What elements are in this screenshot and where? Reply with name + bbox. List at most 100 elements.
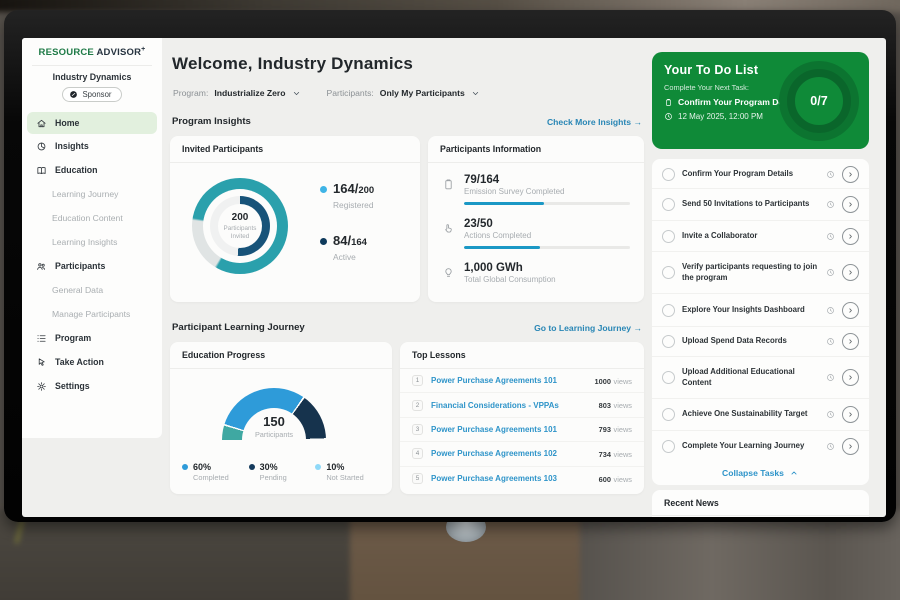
sidebar-item-take-action[interactable]: Take Action — [22, 350, 162, 374]
chevron-right-button[interactable] — [842, 302, 859, 319]
task-checkbox[interactable] — [662, 371, 675, 384]
task-checkbox[interactable] — [662, 335, 675, 348]
sidebar-item-label: Program — [55, 333, 91, 343]
clock-icon — [664, 112, 673, 121]
legend-bullet — [320, 238, 327, 245]
task-row[interactable]: Achieve One Sustainability Target — [652, 399, 869, 431]
sidebar-item-participants[interactable]: Participants — [22, 254, 162, 278]
logo-advisor: ADVISOR — [96, 47, 141, 58]
sidebar-item-learning-insights[interactable]: Learning Insights — [22, 230, 162, 254]
task-row[interactable]: Explore Your Insights Dashboard — [652, 294, 869, 327]
chevron-right-button[interactable] — [842, 228, 859, 245]
sidebar-item-insights[interactable]: Insights — [22, 134, 162, 158]
task-checkbox[interactable] — [662, 304, 675, 317]
task-label: Upload Spend Data Records — [682, 336, 819, 346]
info-row-survey: 79/164 Emission Survey Completed — [442, 174, 630, 205]
sidebar-item-settings[interactable]: Settings — [22, 374, 162, 398]
donut-center-label: Participants Invited — [219, 225, 261, 241]
page-title: Welcome, Industry Dynamics — [172, 54, 413, 74]
chevron-down-icon — [292, 89, 301, 98]
sidebar-item-program[interactable]: Program — [22, 326, 162, 350]
home-icon — [36, 118, 47, 129]
divider — [32, 65, 152, 66]
sidebar-item-label: Home — [55, 118, 79, 128]
clock-icon — [826, 442, 835, 451]
gauge-center: 150 Participants — [222, 414, 326, 439]
collapse-tasks-button[interactable]: Collapse Tasks — [652, 461, 869, 485]
task-row[interactable]: Verify participants requesting to join t… — [652, 252, 869, 294]
sidebar-item-education[interactable]: Education — [22, 158, 162, 182]
task-row[interactable]: Confirm Your Program Details — [652, 160, 869, 189]
lesson-link[interactable]: Power Purchase Agreements 103 — [431, 474, 591, 483]
sponsor-badge[interactable]: Sponsor — [62, 87, 121, 102]
clock-icon — [826, 373, 835, 382]
recent-news-card: Recent News — [652, 490, 869, 517]
check-more-insights-link[interactable]: Check More Insights → — [547, 117, 642, 127]
sidebar: RESOURCE ADVISOR+ Industry Dynamics Spon… — [22, 38, 162, 438]
sidebar-item-label: Learning Journey — [52, 189, 118, 199]
sidebar-item-home[interactable]: Home — [27, 112, 157, 134]
lesson-views-count: 1000 — [595, 377, 611, 386]
go-to-learning-journey-link[interactable]: Go to Learning Journey → — [534, 323, 642, 333]
lesson-link[interactable]: Power Purchase Agreements 101 — [431, 376, 587, 385]
sidebar-item-manage-participants[interactable]: Manage Participants — [22, 302, 162, 326]
sponsor-icon — [69, 90, 78, 99]
chevron-right-button[interactable] — [842, 196, 859, 213]
task-checkbox[interactable] — [662, 266, 675, 279]
chevron-right-button[interactable] — [842, 369, 859, 386]
clock-icon — [826, 232, 835, 241]
lesson-link[interactable]: Power Purchase Agreements 102 — [431, 449, 591, 458]
arrow-right-icon: → — [633, 323, 642, 333]
task-row[interactable]: Complete Your Learning Journey — [652, 431, 869, 461]
chevron-right-icon — [846, 442, 855, 451]
chevron-right-button[interactable] — [842, 438, 859, 455]
chevron-right-button[interactable] — [842, 406, 859, 423]
learning-journey-header: Participant Learning Journey Go to Learn… — [172, 322, 642, 333]
card-title: Invited Participants — [170, 136, 420, 163]
lesson-row: 5 Power Purchase Agreements 103 600 view… — [400, 467, 644, 491]
sidebar-item-general-data[interactable]: General Data — [22, 278, 162, 302]
card-title: Education Progress — [170, 342, 392, 369]
settings-icon — [36, 381, 47, 392]
task-row[interactable]: Invite a Collaborator — [652, 221, 869, 252]
sidebar-nav: Home Insights Education Learning Journey — [22, 112, 162, 398]
task-row[interactable]: Upload Spend Data Records — [652, 327, 869, 357]
participants-filter[interactable]: Participants: Only My Participants — [327, 88, 480, 98]
sidebar-item-education-content[interactable]: Education Content — [22, 206, 162, 230]
chevron-right-button[interactable] — [842, 333, 859, 350]
participants-information-card: Participants Information 79/164 Emission… — [428, 136, 644, 302]
legend-pct: 10% — [326, 462, 344, 472]
chevron-right-button[interactable] — [842, 264, 859, 281]
task-checkbox[interactable] — [662, 440, 675, 453]
lesson-link[interactable]: Financial Considerations - VPPAs — [431, 401, 591, 410]
sidebar-item-label: Take Action — [55, 357, 104, 367]
card-title: Top Lessons — [400, 342, 644, 369]
info-label: Actions Completed — [464, 231, 630, 240]
info-value: 1,000 GWh — [464, 262, 630, 274]
task-checkbox[interactable] — [662, 168, 675, 181]
todo-progress-value: 0/7 — [810, 94, 827, 108]
sidebar-item-label: Education Content — [52, 213, 123, 223]
task-row[interactable]: Send 50 Invitations to Participants — [652, 189, 869, 221]
participants-filter-label: Participants: — [327, 88, 374, 98]
program-filter[interactable]: Program: Industrialize Zero — [173, 88, 301, 98]
task-checkbox[interactable] — [662, 230, 675, 243]
task-checkbox[interactable] — [662, 408, 675, 421]
task-row[interactable]: Upload Additional Educational Content — [652, 357, 869, 399]
chevron-right-icon — [846, 268, 855, 277]
todo-summary-card: Your To Do List Complete Your Next Task:… — [652, 52, 869, 149]
lesson-row: 3 Power Purchase Agreements 101 793 view… — [400, 418, 644, 442]
legend-pct: 30% — [260, 462, 278, 472]
clock-icon — [826, 337, 835, 346]
lesson-views-count: 803 — [599, 401, 611, 410]
task-checkbox[interactable] — [662, 198, 675, 211]
chevron-right-button[interactable] — [842, 166, 859, 183]
gauge-legend: 60% Completed 30% Pending 10% Not Starte… — [182, 462, 384, 482]
collapse-label: Collapse Tasks — [722, 468, 784, 478]
main-content: Welcome, Industry Dynamics Program: Indu… — [170, 38, 644, 517]
lesson-views-word: views — [614, 377, 632, 386]
lesson-rank: 5 — [412, 473, 423, 484]
lesson-link[interactable]: Power Purchase Agreements 101 — [431, 425, 591, 434]
info-label: Total Global Consumption — [464, 275, 630, 284]
sidebar-item-learning-journey[interactable]: Learning Journey — [22, 182, 162, 206]
